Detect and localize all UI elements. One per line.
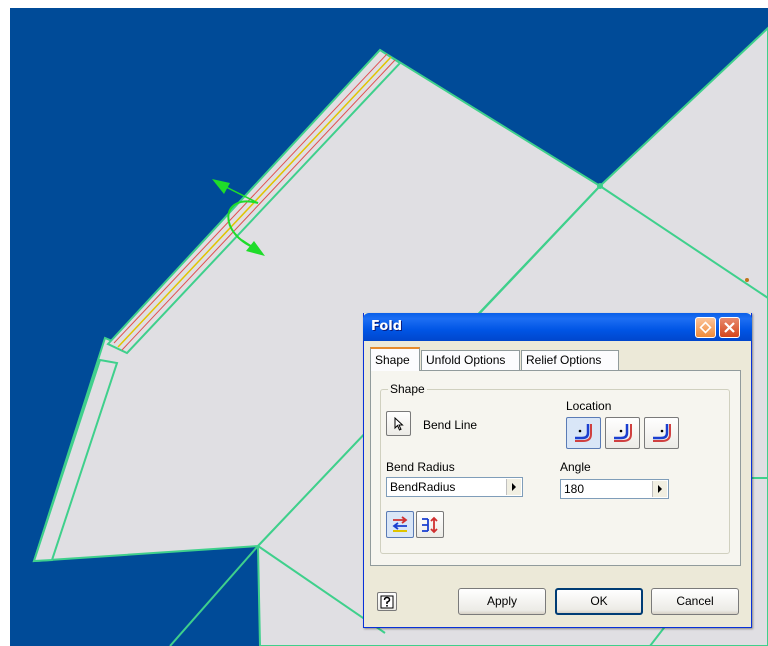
- help-button[interactable]: [377, 592, 397, 611]
- help-icon: [380, 595, 394, 608]
- select-arrow-icon: [394, 416, 404, 431]
- dialog-title-bar[interactable]: Fold: [363, 313, 752, 341]
- location-label: Location: [566, 399, 612, 413]
- pin-button[interactable]: [695, 317, 716, 338]
- flip-side-button[interactable]: [386, 511, 414, 538]
- apply-button[interactable]: Apply: [458, 588, 546, 615]
- angle-value: 180: [564, 482, 585, 496]
- flip-direction-icon: [422, 516, 438, 533]
- bend-radius-combo-arrow[interactable]: [506, 479, 521, 495]
- tab-unfold-options[interactable]: Unfold Options: [421, 350, 520, 370]
- bend-location-center-button[interactable]: [605, 417, 640, 449]
- shape-group-box: Shape Bend Line Location Bend Radius Ben…: [380, 382, 730, 554]
- bend-location-left-icon: [574, 424, 592, 442]
- bend-location-right-button[interactable]: [644, 417, 679, 449]
- shape-tab-panel: Shape Bend Line Location Bend Radius Ben…: [370, 370, 741, 566]
- cancel-button[interactable]: Cancel: [651, 588, 739, 615]
- combo-arrow-icon: [512, 483, 516, 491]
- bend-location-left-button[interactable]: [566, 417, 601, 449]
- bend-line-select-button[interactable]: [386, 411, 411, 436]
- bend-location-center-icon: [613, 424, 632, 442]
- bend-location-right-icon: [652, 424, 671, 442]
- flip-side-icon: [392, 515, 408, 532]
- tab-shape[interactable]: Shape: [370, 347, 420, 371]
- close-button[interactable]: [719, 317, 740, 338]
- ok-button[interactable]: OK: [555, 588, 643, 615]
- close-icon: [724, 322, 735, 333]
- dialog-title: Fold: [371, 319, 403, 334]
- shape-group-label: Shape: [388, 382, 427, 396]
- angle-combo-arrow[interactable]: [652, 481, 667, 497]
- fold-dialog: Fold Shape Unfold Options Relief Options…: [363, 313, 752, 628]
- angle-combo[interactable]: 180: [560, 479, 669, 499]
- bend-radius-label: Bend Radius: [386, 460, 455, 474]
- bend-line-label: Bend Line: [423, 418, 478, 432]
- combo-arrow-icon: [658, 485, 662, 493]
- bend-radius-value: BendRadius: [390, 480, 456, 494]
- pin-icon: [699, 321, 712, 334]
- angle-label: Angle: [560, 460, 591, 474]
- bend-radius-combo[interactable]: BendRadius: [386, 477, 523, 497]
- flip-direction-button[interactable]: [416, 511, 444, 538]
- tab-relief-options[interactable]: Relief Options: [521, 350, 619, 370]
